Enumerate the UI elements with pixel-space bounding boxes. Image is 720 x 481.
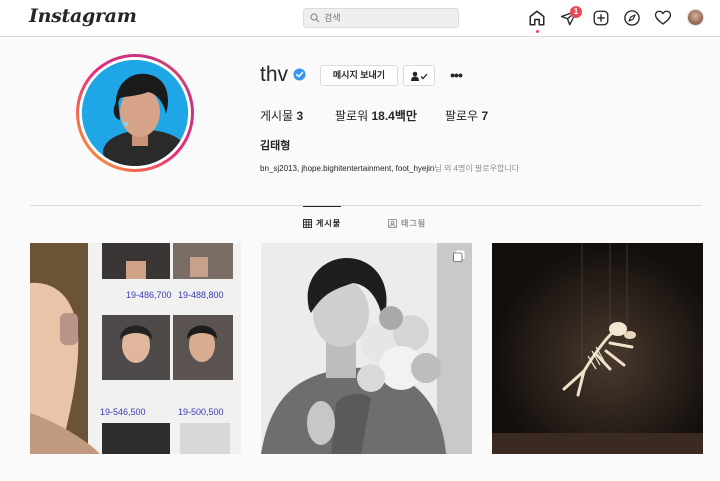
followed-by-text[interactable]: bn_sj2013, jhope.bighitentertainment, fo… xyxy=(260,163,519,174)
instagram-logo[interactable]: Instagram xyxy=(29,5,137,27)
direct-badge: 1 xyxy=(570,6,582,18)
post-image-photo-sheet: 19-486,700 19-488,800 19-546,500 19-500,… xyxy=(30,243,241,454)
followed-by-names[interactable]: bn_sj2013, jhope.bighitentertainment, fo… xyxy=(260,164,434,173)
grid-icon xyxy=(303,219,312,228)
top-navbar: Instagram 1 xyxy=(0,0,720,37)
post-thumbnail[interactable] xyxy=(492,243,703,454)
svg-text:19-488,800: 19-488,800 xyxy=(178,290,224,300)
verified-badge-icon xyxy=(293,68,306,81)
message-button[interactable]: 메시지 보내기 xyxy=(320,65,398,86)
post-image-portrait-flowers xyxy=(261,243,472,454)
new-post-icon[interactable] xyxy=(591,8,611,28)
profile-username: thv xyxy=(260,63,289,86)
home-active-dot xyxy=(536,30,539,33)
explore-icon[interactable] xyxy=(622,8,642,28)
search-box[interactable] xyxy=(303,8,459,28)
person-check-icon xyxy=(411,71,428,81)
posts-count: 게시물 3 xyxy=(260,109,304,123)
tabs-divider xyxy=(30,205,702,206)
profile-full-name: 김태형 xyxy=(260,140,291,152)
profile-photo-image xyxy=(82,60,188,166)
svg-text:19-546,500: 19-546,500 xyxy=(100,407,146,417)
followers-count[interactable]: 팔로워 18.4백만 xyxy=(335,107,417,124)
search-icon xyxy=(310,13,320,23)
profile-avatar-nav[interactable] xyxy=(687,9,704,26)
profile-photo xyxy=(82,60,188,166)
tab-tagged[interactable]: 태그됨 xyxy=(388,206,426,240)
following-count[interactable]: 팔로우 7 xyxy=(445,107,488,124)
followed-by-suffix: 님 외 4명이 팔로우합니다 xyxy=(434,164,520,173)
svg-text:19-486,700: 19-486,700 xyxy=(126,290,172,300)
svg-text:19-500,500: 19-500,500 xyxy=(178,407,224,417)
post-thumbnail[interactable] xyxy=(261,243,472,454)
more-options-icon[interactable]: ••• xyxy=(448,65,464,85)
tab-posts[interactable]: 게시물 xyxy=(303,206,342,240)
following-button[interactable] xyxy=(403,65,435,86)
post-image-skeleton-sculpture xyxy=(492,243,703,454)
tagged-user-icon xyxy=(388,218,397,228)
home-icon[interactable] xyxy=(527,8,547,28)
multiple-images-icon xyxy=(453,250,465,262)
search-input[interactable] xyxy=(324,13,444,23)
post-thumbnail[interactable]: 19-486,700 19-488,800 19-546,500 19-500,… xyxy=(30,243,241,454)
profile-avatar[interactable] xyxy=(76,54,194,172)
activity-icon[interactable] xyxy=(653,8,673,28)
